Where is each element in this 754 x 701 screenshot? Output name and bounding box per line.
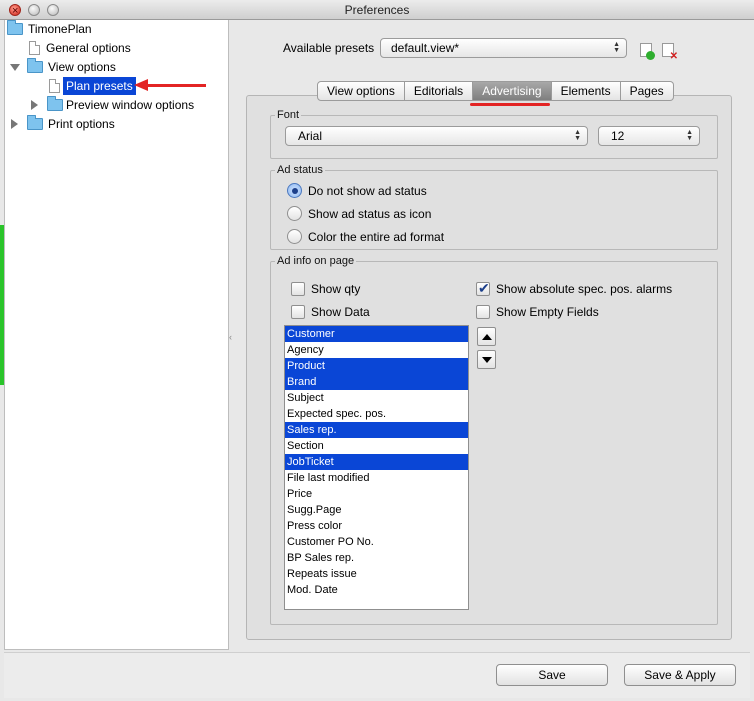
- list-item[interactable]: Agency: [285, 342, 468, 358]
- tab-bar: View options Editorials Advertising Elem…: [317, 81, 674, 101]
- radio-color-entire-format[interactable]: Color the entire ad format: [287, 228, 487, 246]
- annotation-underline: [470, 103, 550, 106]
- folder-icon: [7, 20, 23, 35]
- window-title: Preferences: [344, 3, 410, 17]
- tree-item-preview-window-options[interactable]: Preview window options: [29, 96, 227, 114]
- list-item[interactable]: Sugg.Page: [285, 502, 468, 518]
- folder-icon: [27, 58, 43, 73]
- checkbox-icon[interactable]: [291, 305, 305, 319]
- tab-view-options[interactable]: View options: [317, 81, 405, 101]
- move-down-button[interactable]: [477, 350, 496, 369]
- preferences-tree: TimonePlan General options View options …: [4, 20, 229, 650]
- save-apply-button[interactable]: Save & Apply: [624, 664, 736, 686]
- ad-info-legend: Ad info on page: [277, 255, 355, 267]
- radio-selected-icon[interactable]: [287, 183, 302, 198]
- preferences-window: Preferences TimonePlan General options V…: [0, 0, 754, 701]
- radio-icon[interactable]: [287, 206, 302, 221]
- list-item[interactable]: BP Sales rep.: [285, 550, 468, 566]
- title-bar: Preferences: [0, 0, 754, 21]
- show-data-checkbox[interactable]: Show Data: [291, 303, 441, 321]
- move-up-button[interactable]: [477, 327, 496, 346]
- annotation-arrow-icon: [134, 79, 148, 91]
- tree-item-view-options[interactable]: View options: [9, 58, 227, 76]
- zoom-window-button[interactable]: [47, 4, 59, 16]
- list-item[interactable]: File last modified: [285, 470, 468, 486]
- checkbox-icon[interactable]: [291, 282, 305, 296]
- tab-editorials[interactable]: Editorials: [404, 81, 474, 101]
- file-icon: [29, 41, 40, 55]
- expand-arrow-icon[interactable]: [10, 64, 20, 71]
- collapse-arrow-icon[interactable]: [31, 100, 38, 110]
- font-size-select[interactable]: 12 ▲ ▼: [598, 126, 700, 146]
- list-item[interactable]: Customer PO No.: [285, 534, 468, 550]
- tree-item-general-options[interactable]: General options: [27, 39, 227, 57]
- show-empty-fields-checkbox[interactable]: Show Empty Fields: [476, 303, 676, 321]
- tab-pages[interactable]: Pages: [620, 81, 674, 101]
- list-item[interactable]: Sales rep.: [285, 422, 468, 438]
- radio-do-not-show-status[interactable]: Do not show ad status: [287, 182, 487, 200]
- checkbox-checked-icon[interactable]: [476, 279, 490, 297]
- list-item[interactable]: Price: [285, 486, 468, 502]
- font-size-value: 12: [611, 129, 625, 143]
- list-item[interactable]: Press color: [285, 518, 468, 534]
- list-item[interactable]: Repeats issue: [285, 566, 468, 582]
- annotation-arrow-line: [146, 84, 206, 87]
- updown-arrows-icon: ▲ ▼: [613, 41, 620, 54]
- available-presets-label: Available presets: [283, 41, 375, 55]
- tree-item-timoneplan[interactable]: TimonePlan: [7, 20, 227, 38]
- font-family-value: Arial: [298, 129, 323, 143]
- radio-icon[interactable]: [287, 229, 302, 244]
- up-arrow-icon: [482, 334, 492, 340]
- show-qty-checkbox[interactable]: Show qty: [291, 280, 441, 298]
- show-alarms-checkbox[interactable]: Show absolute spec. pos. alarms: [476, 279, 706, 298]
- presets-select-value: default.view*: [391, 41, 460, 55]
- radio-show-status-icon[interactable]: Show ad status as icon: [287, 205, 487, 223]
- presets-select[interactable]: default.view* ▲ ▼: [380, 38, 627, 58]
- down-arrow-icon: [482, 357, 492, 363]
- folder-icon: [27, 115, 43, 130]
- folder-icon: [47, 96, 63, 111]
- ad-status-legend: Ad status: [277, 164, 323, 176]
- ad-fields-list[interactable]: Customer Agency Product Brand Subject Expecte…: [284, 325, 469, 610]
- list-item[interactable]: Expected spec. pos.: [285, 406, 468, 422]
- minimize-window-button[interactable]: [28, 4, 40, 16]
- checkbox-icon[interactable]: [476, 305, 490, 319]
- add-preset-icon[interactable]: [640, 43, 655, 60]
- updown-arrows-icon: ▲ ▼: [686, 129, 693, 142]
- list-item[interactable]: Mod. Date: [285, 582, 468, 598]
- save-button[interactable]: Save: [496, 664, 608, 686]
- tab-advertising[interactable]: Advertising: [473, 81, 552, 101]
- list-item[interactable]: Brand: [285, 374, 468, 390]
- font-family-select[interactable]: Arial ▲ ▼: [285, 126, 588, 146]
- split-handle-icon[interactable]: ‹: [229, 332, 232, 342]
- collapse-arrow-icon[interactable]: [11, 119, 18, 129]
- tab-elements[interactable]: Elements: [551, 81, 621, 101]
- list-item[interactable]: Subject: [285, 390, 468, 406]
- file-icon: [49, 79, 60, 93]
- font-legend: Font: [277, 109, 300, 121]
- close-window-button[interactable]: [9, 1, 21, 21]
- tree-item-print-options[interactable]: Print options: [9, 115, 227, 133]
- delete-preset-icon[interactable]: [662, 43, 678, 62]
- list-item[interactable]: Section: [285, 438, 468, 454]
- list-item[interactable]: Customer: [285, 326, 468, 342]
- updown-arrows-icon: ▲ ▼: [574, 129, 581, 142]
- list-item[interactable]: JobTicket: [285, 454, 468, 470]
- list-item[interactable]: Product: [285, 358, 468, 374]
